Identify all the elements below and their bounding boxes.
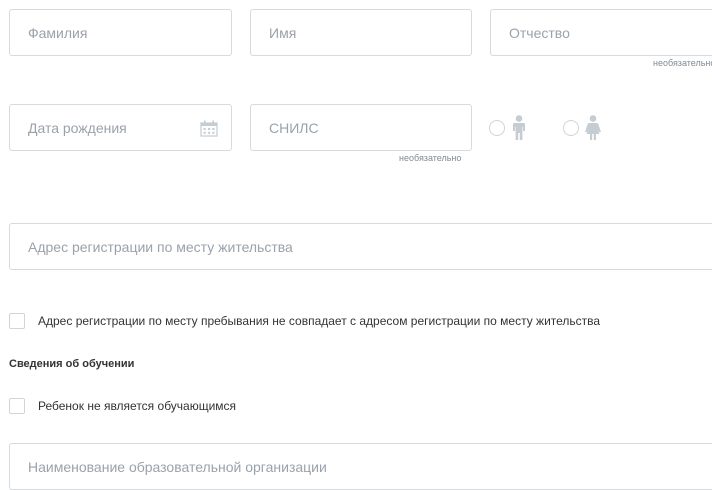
snils-input[interactable] — [251, 105, 471, 150]
stay-address-checkbox[interactable] — [9, 313, 25, 329]
school-name-field[interactable] — [9, 443, 712, 490]
calendar-icon[interactable] — [200, 120, 218, 137]
first-name-field[interactable] — [250, 9, 472, 56]
gender-male-radio[interactable] — [489, 120, 505, 136]
education-section-title: Сведения об обучении — [9, 358, 135, 370]
birth-date-input[interactable] — [10, 105, 231, 150]
last-name-field[interactable] — [9, 9, 232, 56]
stay-address-checkbox-label[interactable]: Адрес регистрации по месту пребывания не… — [38, 314, 600, 328]
female-child-icon[interactable] — [584, 115, 602, 141]
not-student-checkbox-label[interactable]: Ребенок не является обучающимся — [38, 399, 236, 413]
male-child-icon[interactable] — [510, 115, 528, 141]
gender-female-radio[interactable] — [563, 120, 579, 136]
first-name-input[interactable] — [251, 10, 471, 55]
snils-field[interactable] — [250, 104, 472, 151]
school-name-input[interactable] — [10, 444, 712, 489]
not-student-checkbox[interactable] — [9, 398, 25, 414]
last-name-input[interactable] — [10, 10, 231, 55]
residence-address-field[interactable] — [9, 223, 712, 270]
patronymic-optional-note: необязательно — [653, 58, 712, 68]
patronymic-input[interactable] — [491, 10, 712, 55]
snils-optional-note: необязательно — [399, 153, 462, 163]
residence-address-input[interactable] — [10, 224, 712, 269]
patronymic-field[interactable] — [490, 9, 712, 56]
birth-date-field[interactable] — [9, 104, 232, 151]
